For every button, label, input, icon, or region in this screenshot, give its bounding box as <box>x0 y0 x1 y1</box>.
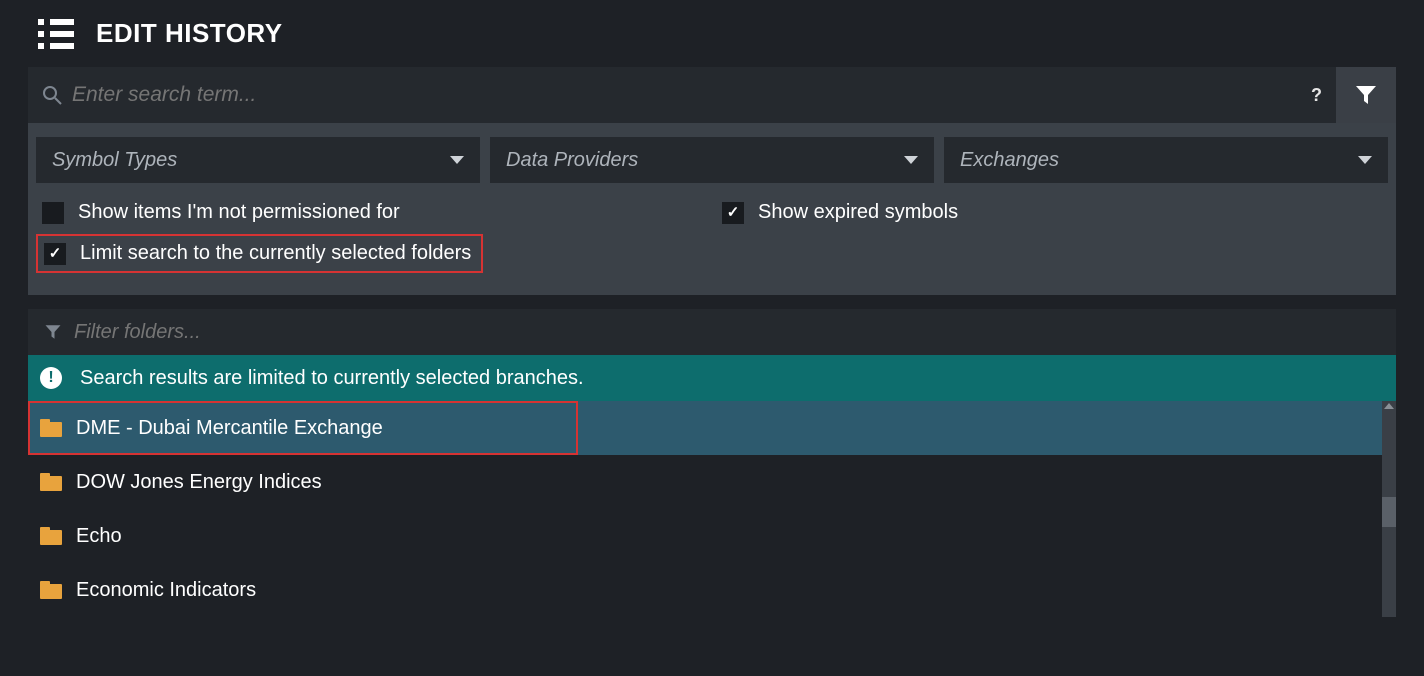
folder-name: Echo <box>76 525 122 548</box>
chevron-down-icon <box>904 156 918 164</box>
help-icon[interactable]: ? <box>1311 85 1322 106</box>
folder-name: Economic Indicators <box>76 579 256 602</box>
checkbox-limit-folders-highlight: Limit search to the currently selected f… <box>36 234 483 273</box>
checkbox-label: Limit search to the currently selected f… <box>80 242 471 265</box>
dropdown-label: Exchanges <box>960 149 1059 172</box>
dropdown-label: Symbol Types <box>52 149 177 172</box>
chevron-down-icon <box>1358 156 1372 164</box>
folder-filter-input[interactable] <box>74 321 1380 344</box>
checkbox-box <box>44 243 66 265</box>
folder-row-economic[interactable]: Economic Indicators <box>28 563 1396 617</box>
folder-row-dow[interactable]: DOW Jones Energy Indices <box>28 455 1396 509</box>
folder-icon <box>40 473 62 491</box>
checkbox-not-permissioned[interactable]: Show items I'm not permissioned for <box>42 201 722 224</box>
folder-icon <box>40 581 62 599</box>
title-bar: EDIT HISTORY <box>0 0 1424 67</box>
folder-icon <box>40 419 62 437</box>
checkbox-label: Show expired symbols <box>758 201 958 224</box>
dropdown-row: Symbol Types Data Providers Exchanges <box>36 137 1388 183</box>
checkbox-expired[interactable]: Show expired symbols <box>722 201 958 224</box>
funnel-icon <box>44 323 62 341</box>
search-input[interactable] <box>72 83 1301 107</box>
content: ? Symbol Types Data Providers Exchanges <box>0 67 1424 617</box>
menu-list-icon[interactable] <box>38 19 74 49</box>
filters-panel: Symbol Types Data Providers Exchanges Sh… <box>28 123 1396 295</box>
data-providers-dropdown[interactable]: Data Providers <box>490 137 934 183</box>
dropdown-label: Data Providers <box>506 149 638 172</box>
scroll-up-icon[interactable] <box>1384 403 1394 409</box>
filter-toggle-button[interactable] <box>1336 67 1396 123</box>
search-icon <box>42 85 62 105</box>
symbol-types-dropdown[interactable]: Symbol Types <box>36 137 480 183</box>
info-banner: ! Search results are limited to currentl… <box>28 355 1396 401</box>
funnel-icon <box>1354 83 1378 107</box>
folder-list: DME - Dubai Mercantile Exchange DOW Jone… <box>28 401 1396 617</box>
folder-icon <box>40 527 62 545</box>
checkbox-label: Show items I'm not permissioned for <box>78 201 400 224</box>
exclamation-icon: ! <box>40 367 62 389</box>
chevron-down-icon <box>450 156 464 164</box>
folder-name: DME - Dubai Mercantile Exchange <box>76 417 383 440</box>
folder-row-dme[interactable]: DME - Dubai Mercantile Exchange <box>28 401 578 455</box>
search-row: ? <box>28 67 1396 123</box>
folder-filter <box>28 309 1396 355</box>
banner-text: Search results are limited to currently … <box>80 367 584 390</box>
search-wrap: ? <box>28 67 1336 123</box>
folder-row-selected-bg <box>578 401 1396 455</box>
checkbox-limit-folders[interactable]: Limit search to the currently selected f… <box>44 242 471 265</box>
exchanges-dropdown[interactable]: Exchanges <box>944 137 1388 183</box>
folder-name: DOW Jones Energy Indices <box>76 471 322 494</box>
app-root: EDIT HISTORY ? Symbol Types Data Provide… <box>0 0 1424 676</box>
folder-row-echo[interactable]: Echo <box>28 509 1396 563</box>
checkbox-box <box>42 202 64 224</box>
scrollbar-thumb[interactable] <box>1382 497 1396 527</box>
checkbox-row: Show items I'm not permissioned for Show… <box>36 201 1388 224</box>
folder-row-selected-outer: DME - Dubai Mercantile Exchange <box>28 401 1396 455</box>
checkbox-box <box>722 202 744 224</box>
page-title: EDIT HISTORY <box>96 18 283 49</box>
